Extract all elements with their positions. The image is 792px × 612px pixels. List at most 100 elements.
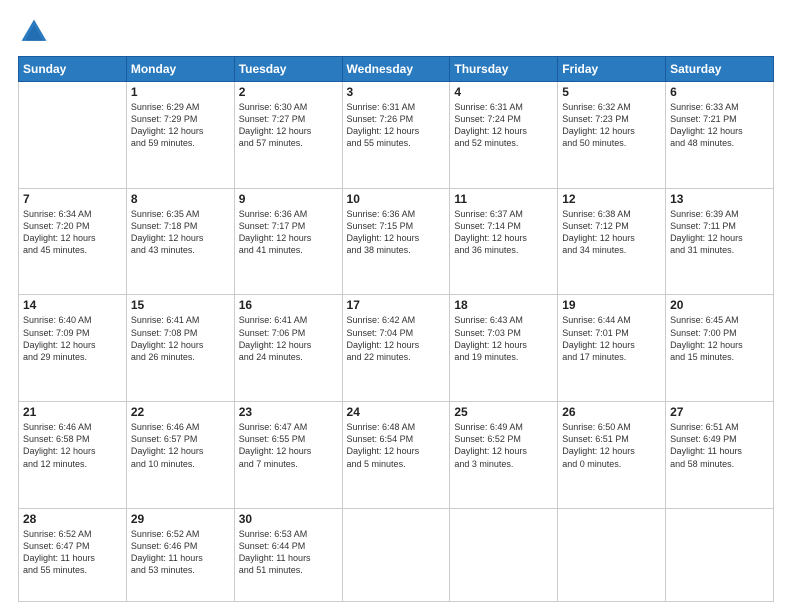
day-number: 2 bbox=[239, 85, 338, 99]
calendar-table: SundayMondayTuesdayWednesdayThursdayFrid… bbox=[18, 56, 774, 602]
cell-info: Sunrise: 6:30 AM Sunset: 7:27 PM Dayligh… bbox=[239, 101, 338, 150]
day-number: 16 bbox=[239, 298, 338, 312]
cell-info: Sunrise: 6:45 AM Sunset: 7:00 PM Dayligh… bbox=[670, 314, 769, 363]
calendar-cell: 4 Sunrise: 6:31 AM Sunset: 7:24 PM Daylig… bbox=[450, 82, 558, 189]
logo-icon bbox=[18, 16, 50, 48]
weekday-header: Sunday bbox=[19, 57, 127, 82]
cell-info: Sunrise: 6:51 AM Sunset: 6:49 PM Dayligh… bbox=[670, 421, 769, 470]
header bbox=[18, 16, 774, 48]
calendar-cell: 30Sunrise: 6:53 AM Sunset: 6:44 PM Dayli… bbox=[234, 508, 342, 601]
calendar-cell: 13Sunrise: 6:39 AM Sunset: 7:11 PM Dayli… bbox=[666, 188, 774, 295]
cell-info: Sunrise: 6:31 AM Sunset: 7:24 PM Dayligh… bbox=[454, 101, 553, 150]
cell-info: Sunrise: 6:40 AM Sunset: 7:09 PM Dayligh… bbox=[23, 314, 122, 363]
day-number: 3 bbox=[347, 85, 446, 99]
day-number: 8 bbox=[131, 192, 230, 206]
calendar-cell bbox=[342, 508, 450, 601]
cell-info: Sunrise: 6:32 AM Sunset: 7:23 PM Dayligh… bbox=[562, 101, 661, 150]
calendar-cell: 7Sunrise: 6:34 AM Sunset: 7:20 PM Daylig… bbox=[19, 188, 127, 295]
calendar-cell: 1 Sunrise: 6:29 AM Sunset: 7:29 PM Daylig… bbox=[126, 82, 234, 189]
calendar-week-row: 14 Sunrise: 6:40 AM Sunset: 7:09 PM Dayli… bbox=[19, 295, 774, 402]
weekday-header: Thursday bbox=[450, 57, 558, 82]
calendar-cell: 14 Sunrise: 6:40 AM Sunset: 7:09 PM Dayli… bbox=[19, 295, 127, 402]
day-number: 29 bbox=[131, 512, 230, 526]
cell-info: Sunrise: 6:46 AM Sunset: 6:57 PM Dayligh… bbox=[131, 421, 230, 470]
day-number: 5 bbox=[562, 85, 661, 99]
weekday-header-row: SundayMondayTuesdayWednesdayThursdayFrid… bbox=[19, 57, 774, 82]
calendar-cell: 3 Sunrise: 6:31 AM Sunset: 7:26 PM Daylig… bbox=[342, 82, 450, 189]
calendar-cell: 9Sunrise: 6:36 AM Sunset: 7:17 PM Daylig… bbox=[234, 188, 342, 295]
cell-info: Sunrise: 6:39 AM Sunset: 7:11 PM Dayligh… bbox=[670, 208, 769, 257]
calendar-cell: 16 Sunrise: 6:41 AM Sunset: 7:06 PM Dayli… bbox=[234, 295, 342, 402]
weekday-header: Friday bbox=[558, 57, 666, 82]
cell-info: Sunrise: 6:35 AM Sunset: 7:18 PM Dayligh… bbox=[131, 208, 230, 257]
cell-info: Sunrise: 6:31 AM Sunset: 7:26 PM Dayligh… bbox=[347, 101, 446, 150]
logo bbox=[18, 16, 54, 48]
day-number: 17 bbox=[347, 298, 446, 312]
calendar-cell: 15 Sunrise: 6:41 AM Sunset: 7:08 PM Dayli… bbox=[126, 295, 234, 402]
weekday-header: Saturday bbox=[666, 57, 774, 82]
calendar-cell: 6 Sunrise: 6:33 AM Sunset: 7:21 PM Daylig… bbox=[666, 82, 774, 189]
cell-info: Sunrise: 6:47 AM Sunset: 6:55 PM Dayligh… bbox=[239, 421, 338, 470]
calendar-cell: 20 Sunrise: 6:45 AM Sunset: 7:00 PM Dayli… bbox=[666, 295, 774, 402]
day-number: 27 bbox=[670, 405, 769, 419]
page: SundayMondayTuesdayWednesdayThursdayFrid… bbox=[0, 0, 792, 612]
cell-info: Sunrise: 6:44 AM Sunset: 7:01 PM Dayligh… bbox=[562, 314, 661, 363]
cell-info: Sunrise: 6:49 AM Sunset: 6:52 PM Dayligh… bbox=[454, 421, 553, 470]
calendar-cell bbox=[19, 82, 127, 189]
calendar-cell bbox=[558, 508, 666, 601]
cell-info: Sunrise: 6:41 AM Sunset: 7:06 PM Dayligh… bbox=[239, 314, 338, 363]
calendar-cell: 27 Sunrise: 6:51 AM Sunset: 6:49 PM Dayli… bbox=[666, 402, 774, 509]
day-number: 15 bbox=[131, 298, 230, 312]
calendar-cell: 29 Sunrise: 6:52 AM Sunset: 6:46 PM Dayli… bbox=[126, 508, 234, 601]
calendar-cell: 5 Sunrise: 6:32 AM Sunset: 7:23 PM Daylig… bbox=[558, 82, 666, 189]
cell-info: Sunrise: 6:34 AM Sunset: 7:20 PM Dayligh… bbox=[23, 208, 122, 257]
day-number: 30 bbox=[239, 512, 338, 526]
calendar-week-row: 7Sunrise: 6:34 AM Sunset: 7:20 PM Daylig… bbox=[19, 188, 774, 295]
day-number: 24 bbox=[347, 405, 446, 419]
day-number: 4 bbox=[454, 85, 553, 99]
day-number: 12 bbox=[562, 192, 661, 206]
cell-info: Sunrise: 6:29 AM Sunset: 7:29 PM Dayligh… bbox=[131, 101, 230, 150]
calendar-cell: 10Sunrise: 6:36 AM Sunset: 7:15 PM Dayli… bbox=[342, 188, 450, 295]
weekday-header: Monday bbox=[126, 57, 234, 82]
cell-info: Sunrise: 6:43 AM Sunset: 7:03 PM Dayligh… bbox=[454, 314, 553, 363]
cell-info: Sunrise: 6:37 AM Sunset: 7:14 PM Dayligh… bbox=[454, 208, 553, 257]
day-number: 20 bbox=[670, 298, 769, 312]
calendar-cell: 23Sunrise: 6:47 AM Sunset: 6:55 PM Dayli… bbox=[234, 402, 342, 509]
cell-info: Sunrise: 6:38 AM Sunset: 7:12 PM Dayligh… bbox=[562, 208, 661, 257]
day-number: 9 bbox=[239, 192, 338, 206]
weekday-header: Tuesday bbox=[234, 57, 342, 82]
day-number: 26 bbox=[562, 405, 661, 419]
calendar-week-row: 28 Sunrise: 6:52 AM Sunset: 6:47 PM Dayli… bbox=[19, 508, 774, 601]
cell-info: Sunrise: 6:42 AM Sunset: 7:04 PM Dayligh… bbox=[347, 314, 446, 363]
day-number: 21 bbox=[23, 405, 122, 419]
day-number: 25 bbox=[454, 405, 553, 419]
calendar-cell: 25 Sunrise: 6:49 AM Sunset: 6:52 PM Dayli… bbox=[450, 402, 558, 509]
calendar-cell: 11 Sunrise: 6:37 AM Sunset: 7:14 PM Dayli… bbox=[450, 188, 558, 295]
cell-info: Sunrise: 6:52 AM Sunset: 6:47 PM Dayligh… bbox=[23, 528, 122, 577]
calendar-week-row: 1 Sunrise: 6:29 AM Sunset: 7:29 PM Daylig… bbox=[19, 82, 774, 189]
day-number: 19 bbox=[562, 298, 661, 312]
calendar-cell: 18 Sunrise: 6:43 AM Sunset: 7:03 PM Dayli… bbox=[450, 295, 558, 402]
cell-info: Sunrise: 6:36 AM Sunset: 7:15 PM Dayligh… bbox=[347, 208, 446, 257]
weekday-header: Wednesday bbox=[342, 57, 450, 82]
day-number: 14 bbox=[23, 298, 122, 312]
calendar-cell: 28 Sunrise: 6:52 AM Sunset: 6:47 PM Dayli… bbox=[19, 508, 127, 601]
cell-info: Sunrise: 6:33 AM Sunset: 7:21 PM Dayligh… bbox=[670, 101, 769, 150]
day-number: 11 bbox=[454, 192, 553, 206]
calendar-cell: 21 Sunrise: 6:46 AM Sunset: 6:58 PM Dayli… bbox=[19, 402, 127, 509]
calendar-cell: 22 Sunrise: 6:46 AM Sunset: 6:57 PM Dayli… bbox=[126, 402, 234, 509]
day-number: 22 bbox=[131, 405, 230, 419]
calendar-cell: 2 Sunrise: 6:30 AM Sunset: 7:27 PM Daylig… bbox=[234, 82, 342, 189]
cell-info: Sunrise: 6:41 AM Sunset: 7:08 PM Dayligh… bbox=[131, 314, 230, 363]
cell-info: Sunrise: 6:46 AM Sunset: 6:58 PM Dayligh… bbox=[23, 421, 122, 470]
day-number: 6 bbox=[670, 85, 769, 99]
cell-info: Sunrise: 6:48 AM Sunset: 6:54 PM Dayligh… bbox=[347, 421, 446, 470]
cell-info: Sunrise: 6:52 AM Sunset: 6:46 PM Dayligh… bbox=[131, 528, 230, 577]
calendar-week-row: 21 Sunrise: 6:46 AM Sunset: 6:58 PM Dayli… bbox=[19, 402, 774, 509]
calendar-cell bbox=[450, 508, 558, 601]
day-number: 18 bbox=[454, 298, 553, 312]
day-number: 1 bbox=[131, 85, 230, 99]
calendar-cell: 24 Sunrise: 6:48 AM Sunset: 6:54 PM Dayli… bbox=[342, 402, 450, 509]
day-number: 28 bbox=[23, 512, 122, 526]
